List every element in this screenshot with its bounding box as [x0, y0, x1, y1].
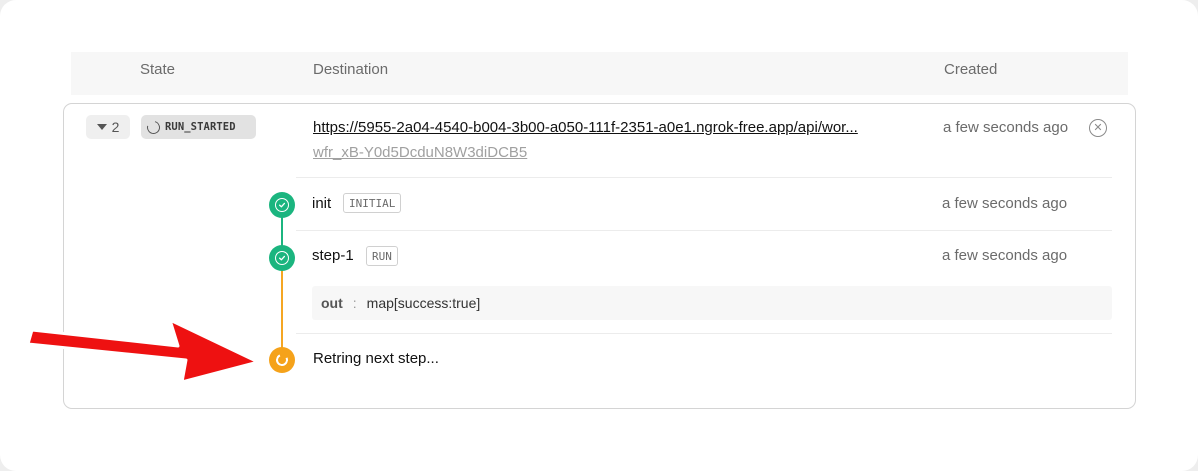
- expand-toggle-button[interactable]: 2: [86, 115, 130, 139]
- spinner-icon: [144, 118, 163, 136]
- status-badge: RUN_STARTED: [141, 115, 256, 139]
- status-badge-label: RUN_STARTED: [165, 121, 236, 133]
- run-count: 2: [111, 119, 120, 135]
- row-divider: [296, 177, 1112, 178]
- red-arrow: [26, 318, 260, 384]
- step-type-tag: INITIAL: [343, 193, 402, 213]
- row-divider: [296, 230, 1112, 231]
- check-circle-icon: [269, 245, 295, 271]
- check-circle-icon: [269, 192, 295, 218]
- step-type-tag: RUN: [366, 246, 398, 266]
- close-circle-icon[interactable]: ✕: [1089, 119, 1107, 137]
- output-value: map[success:true]: [366, 295, 481, 311]
- column-header-destination: Destination: [313, 61, 389, 78]
- run-created-time: a few seconds ago: [943, 119, 1069, 136]
- retry-status-text: Retring next step...: [313, 350, 439, 367]
- output-key: out: [321, 295, 343, 311]
- column-header-created: Created: [944, 61, 998, 78]
- step-created-time: a few seconds ago: [942, 195, 1068, 212]
- destination-url-link[interactable]: https://5955-2a04-4540-b004-3b00-a050-11…: [313, 119, 929, 136]
- timeline-connector-pending: [281, 266, 283, 358]
- step-name: step-1: [312, 247, 354, 264]
- run-id-link[interactable]: wfr_xB-Y0d5DcduN8W3diDCB5: [313, 144, 527, 161]
- spinner-icon: [269, 347, 295, 373]
- row-divider: [296, 333, 1112, 334]
- column-header-state: State: [140, 61, 176, 78]
- step-name: init: [312, 195, 332, 212]
- caret-down-icon: [96, 124, 107, 130]
- output-separator: :: [352, 295, 357, 311]
- step-created-time: a few seconds ago: [942, 247, 1068, 264]
- step-output: out : map[success:true]: [312, 286, 1112, 320]
